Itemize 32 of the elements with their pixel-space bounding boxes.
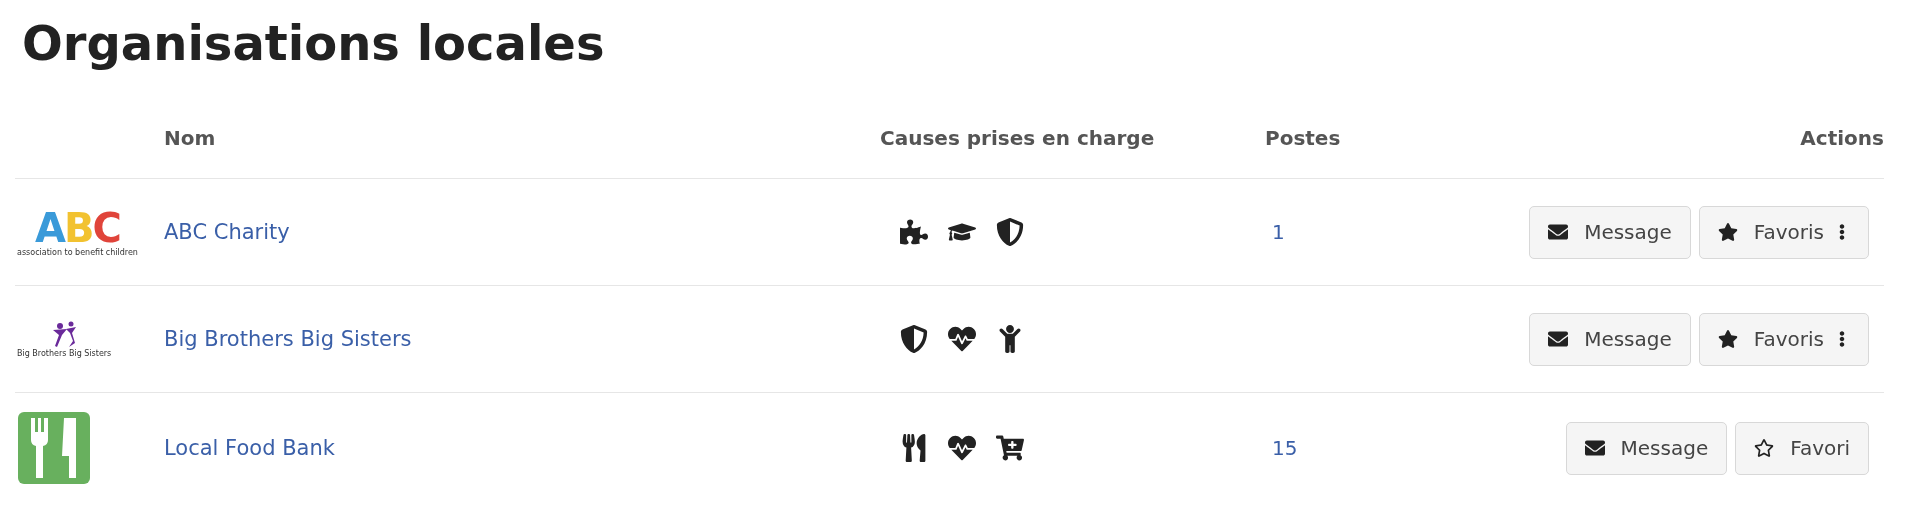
favorite-button[interactable]: Favori xyxy=(1735,421,1869,475)
column-header: Actions xyxy=(1800,126,1884,150)
heartbeat-icon xyxy=(948,325,976,353)
organisation-link[interactable]: ABC Charity xyxy=(164,220,290,244)
organisation-link[interactable]: Local Food Bank xyxy=(164,436,335,460)
shield-icon xyxy=(996,218,1024,246)
favorite-button[interactable]: Favoris xyxy=(1698,312,1869,366)
utensils-icon xyxy=(900,434,928,462)
utensils-logo xyxy=(18,412,90,484)
organisation-link[interactable]: Big Brothers Big Sisters xyxy=(164,327,412,351)
charity-logo: ABC association to benefit children xyxy=(17,207,138,257)
puzzle-icon xyxy=(900,218,928,246)
message-button[interactable]: Message xyxy=(1565,421,1728,475)
favorite-button[interactable]: Favoris xyxy=(1698,205,1869,259)
shield-icon xyxy=(900,325,928,353)
envelope-icon xyxy=(1548,222,1569,242)
message-button[interactable]: Message xyxy=(1529,312,1691,366)
message-button[interactable]: Message xyxy=(1529,205,1691,259)
column-header: Causes prises en charge xyxy=(880,126,1155,150)
star-icon xyxy=(1717,329,1738,349)
envelope-icon xyxy=(1584,438,1605,458)
charity-logo: Big Brothers Big Sisters xyxy=(17,320,112,358)
column-header: Nom xyxy=(164,126,216,150)
star-outline-icon xyxy=(1754,438,1775,458)
heartbeat-icon xyxy=(948,434,976,462)
postes-link[interactable]: 1 xyxy=(1272,220,1285,244)
cart-plus-icon xyxy=(996,434,1024,462)
star-icon xyxy=(1717,222,1738,242)
column-header: Postes xyxy=(1265,126,1341,150)
postes-link[interactable]: 15 xyxy=(1272,436,1298,460)
envelope-icon xyxy=(1548,329,1569,349)
page-title: Organisations locales xyxy=(22,14,606,73)
